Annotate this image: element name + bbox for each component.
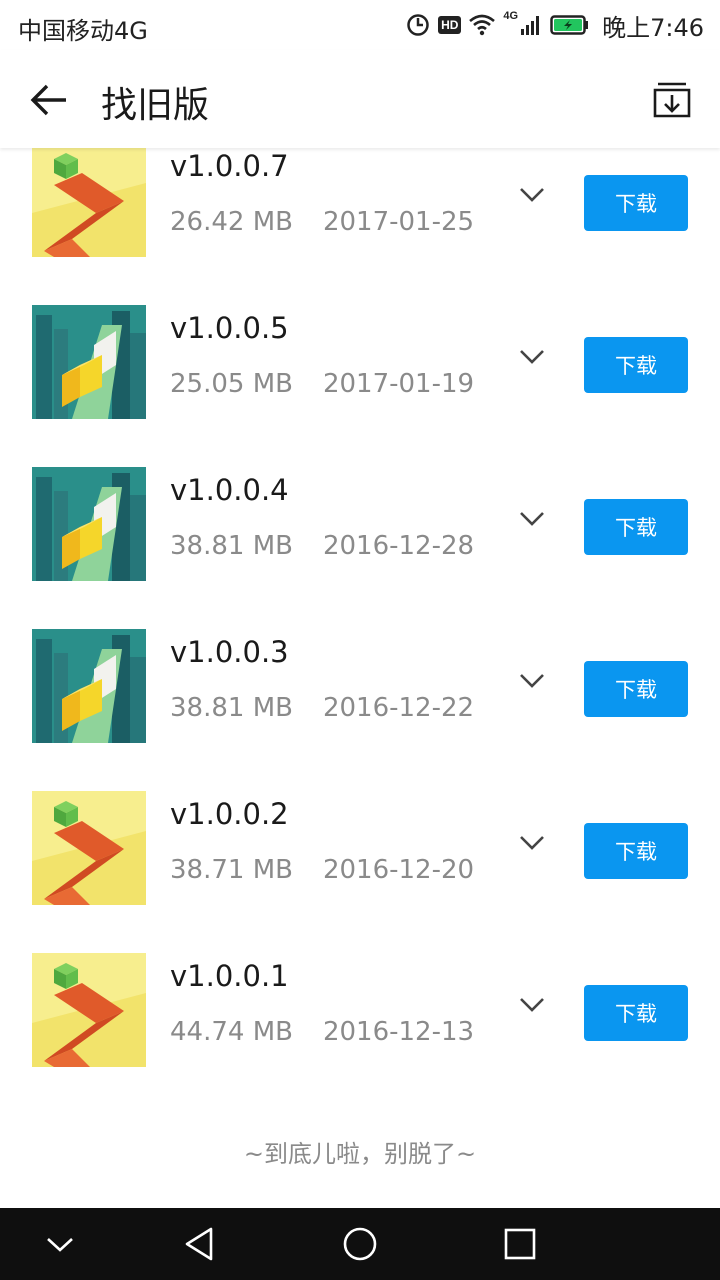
chevron-down-icon <box>520 350 544 364</box>
download-button[interactable]: 下载 <box>584 337 688 393</box>
signal-icon <box>521 16 540 35</box>
status-bar: 中国移动4G HD 4G 晚上7:46 <box>0 0 720 50</box>
chevron-down-icon <box>520 512 544 526</box>
expand-details-button[interactable] <box>516 341 548 373</box>
status-icons: HD 4G 晚上7:46 <box>406 8 704 42</box>
app-icon <box>32 791 146 905</box>
version-row[interactable]: v1.0.0.5 25.05 MB 2017-01-19 下载 <box>0 281 720 443</box>
hd-badge: HD <box>438 16 462 34</box>
nav-home-button[interactable] <box>340 1224 380 1264</box>
version-meta: 26.42 MB 2017-01-25 <box>170 207 474 237</box>
file-size: 38.81 MB <box>170 693 293 723</box>
hide-nav-button[interactable] <box>40 1224 80 1264</box>
version-label: v1.0.0.4 <box>170 473 289 507</box>
version-row[interactable]: v1.0.0.4 38.81 MB 2016-12-28 下载 <box>0 443 720 605</box>
version-label: v1.0.0.5 <box>170 311 289 345</box>
page-title: 找旧版 <box>101 85 210 126</box>
download-button[interactable]: 下载 <box>584 661 688 717</box>
release-date: 2017-01-19 <box>322 369 475 399</box>
expand-details-button[interactable] <box>516 503 548 535</box>
file-size: 26.42 MB <box>170 207 293 237</box>
download-button[interactable]: 下载 <box>584 175 688 231</box>
expand-details-button[interactable] <box>516 179 548 211</box>
chevron-down-icon <box>520 836 544 850</box>
triangle-back-icon <box>185 1227 213 1261</box>
chevron-down-icon <box>520 674 544 688</box>
download-tray-icon <box>653 82 691 118</box>
release-date: 2016-12-13 <box>322 1017 475 1047</box>
chevron-down-icon <box>520 998 544 1012</box>
nav-recents-button[interactable] <box>500 1224 540 1264</box>
data-saver-icon <box>407 14 429 36</box>
circle-home-icon <box>343 1227 377 1261</box>
download-button[interactable]: 下载 <box>584 499 688 555</box>
file-size: 25.05 MB <box>170 369 293 399</box>
version-meta: 38.71 MB 2016-12-20 <box>170 855 474 885</box>
arrow-left-icon <box>30 84 66 116</box>
square-recents-icon <box>504 1228 536 1260</box>
version-label: v1.0.0.7 <box>170 149 289 183</box>
version-meta: 38.81 MB 2016-12-22 <box>170 693 474 723</box>
download-button[interactable]: 下载 <box>584 823 688 879</box>
version-label: v1.0.0.2 <box>170 797 289 831</box>
app-icon <box>32 305 146 419</box>
file-size: 38.71 MB <box>170 855 293 885</box>
download-manager-button[interactable] <box>652 80 692 120</box>
app-icon <box>32 629 146 743</box>
release-date: 2016-12-20 <box>322 855 475 885</box>
release-date: 2017-01-25 <box>322 207 475 237</box>
version-label: v1.0.0.3 <box>170 635 289 669</box>
file-size: 44.74 MB <box>170 1017 293 1047</box>
app-icon <box>32 953 146 1067</box>
file-size: 38.81 MB <box>170 531 293 561</box>
chevron-down-icon <box>520 188 544 202</box>
version-meta: 44.74 MB 2016-12-13 <box>170 1017 474 1047</box>
version-list-viewport[interactable]: v1.0.0.7 26.42 MB 2017-01-25 下载 v1.0.0.5 25.0… <box>0 148 720 1208</box>
version-meta: 38.81 MB 2016-12-28 <box>170 531 474 561</box>
navigation-bar <box>0 1208 720 1280</box>
expand-details-button[interactable] <box>516 665 548 697</box>
version-list: v1.0.0.7 26.42 MB 2017-01-25 下载 v1.0.0.5 25.0… <box>0 148 720 1091</box>
version-label: v1.0.0.1 <box>170 959 289 993</box>
back-button[interactable] <box>26 77 72 123</box>
version-row[interactable]: v1.0.0.7 26.42 MB 2017-01-25 下载 <box>0 148 720 281</box>
status-time: 晚上7:46 <box>602 13 704 42</box>
end-of-list-text: ~到底儿啦，别脱了~ <box>243 1140 477 1168</box>
version-row[interactable]: v1.0.0.2 38.71 MB 2016-12-20 下载 <box>0 767 720 929</box>
version-row[interactable]: v1.0.0.1 44.74 MB 2016-12-13 下载 <box>0 929 720 1091</box>
wifi-icon <box>469 14 496 36</box>
release-date: 2016-12-22 <box>322 693 475 723</box>
chevron-down-icon <box>47 1238 73 1252</box>
battery-charging-icon <box>550 15 589 35</box>
expand-details-button[interactable] <box>516 827 548 859</box>
nav-back-button[interactable] <box>180 1224 220 1264</box>
version-row[interactable]: v1.0.0.3 38.81 MB 2016-12-22 下载 <box>0 605 720 767</box>
carrier-label: 中国移动4G <box>18 17 148 45</box>
app-icon <box>32 148 146 257</box>
version-meta: 25.05 MB 2017-01-19 <box>170 369 474 399</box>
app-icon <box>32 467 146 581</box>
app-bar: 找旧版 <box>0 50 720 148</box>
network-type-label: 4G <box>503 10 519 22</box>
download-button[interactable]: 下载 <box>584 985 688 1041</box>
release-date: 2016-12-28 <box>322 531 475 561</box>
expand-details-button[interactable] <box>516 989 548 1021</box>
